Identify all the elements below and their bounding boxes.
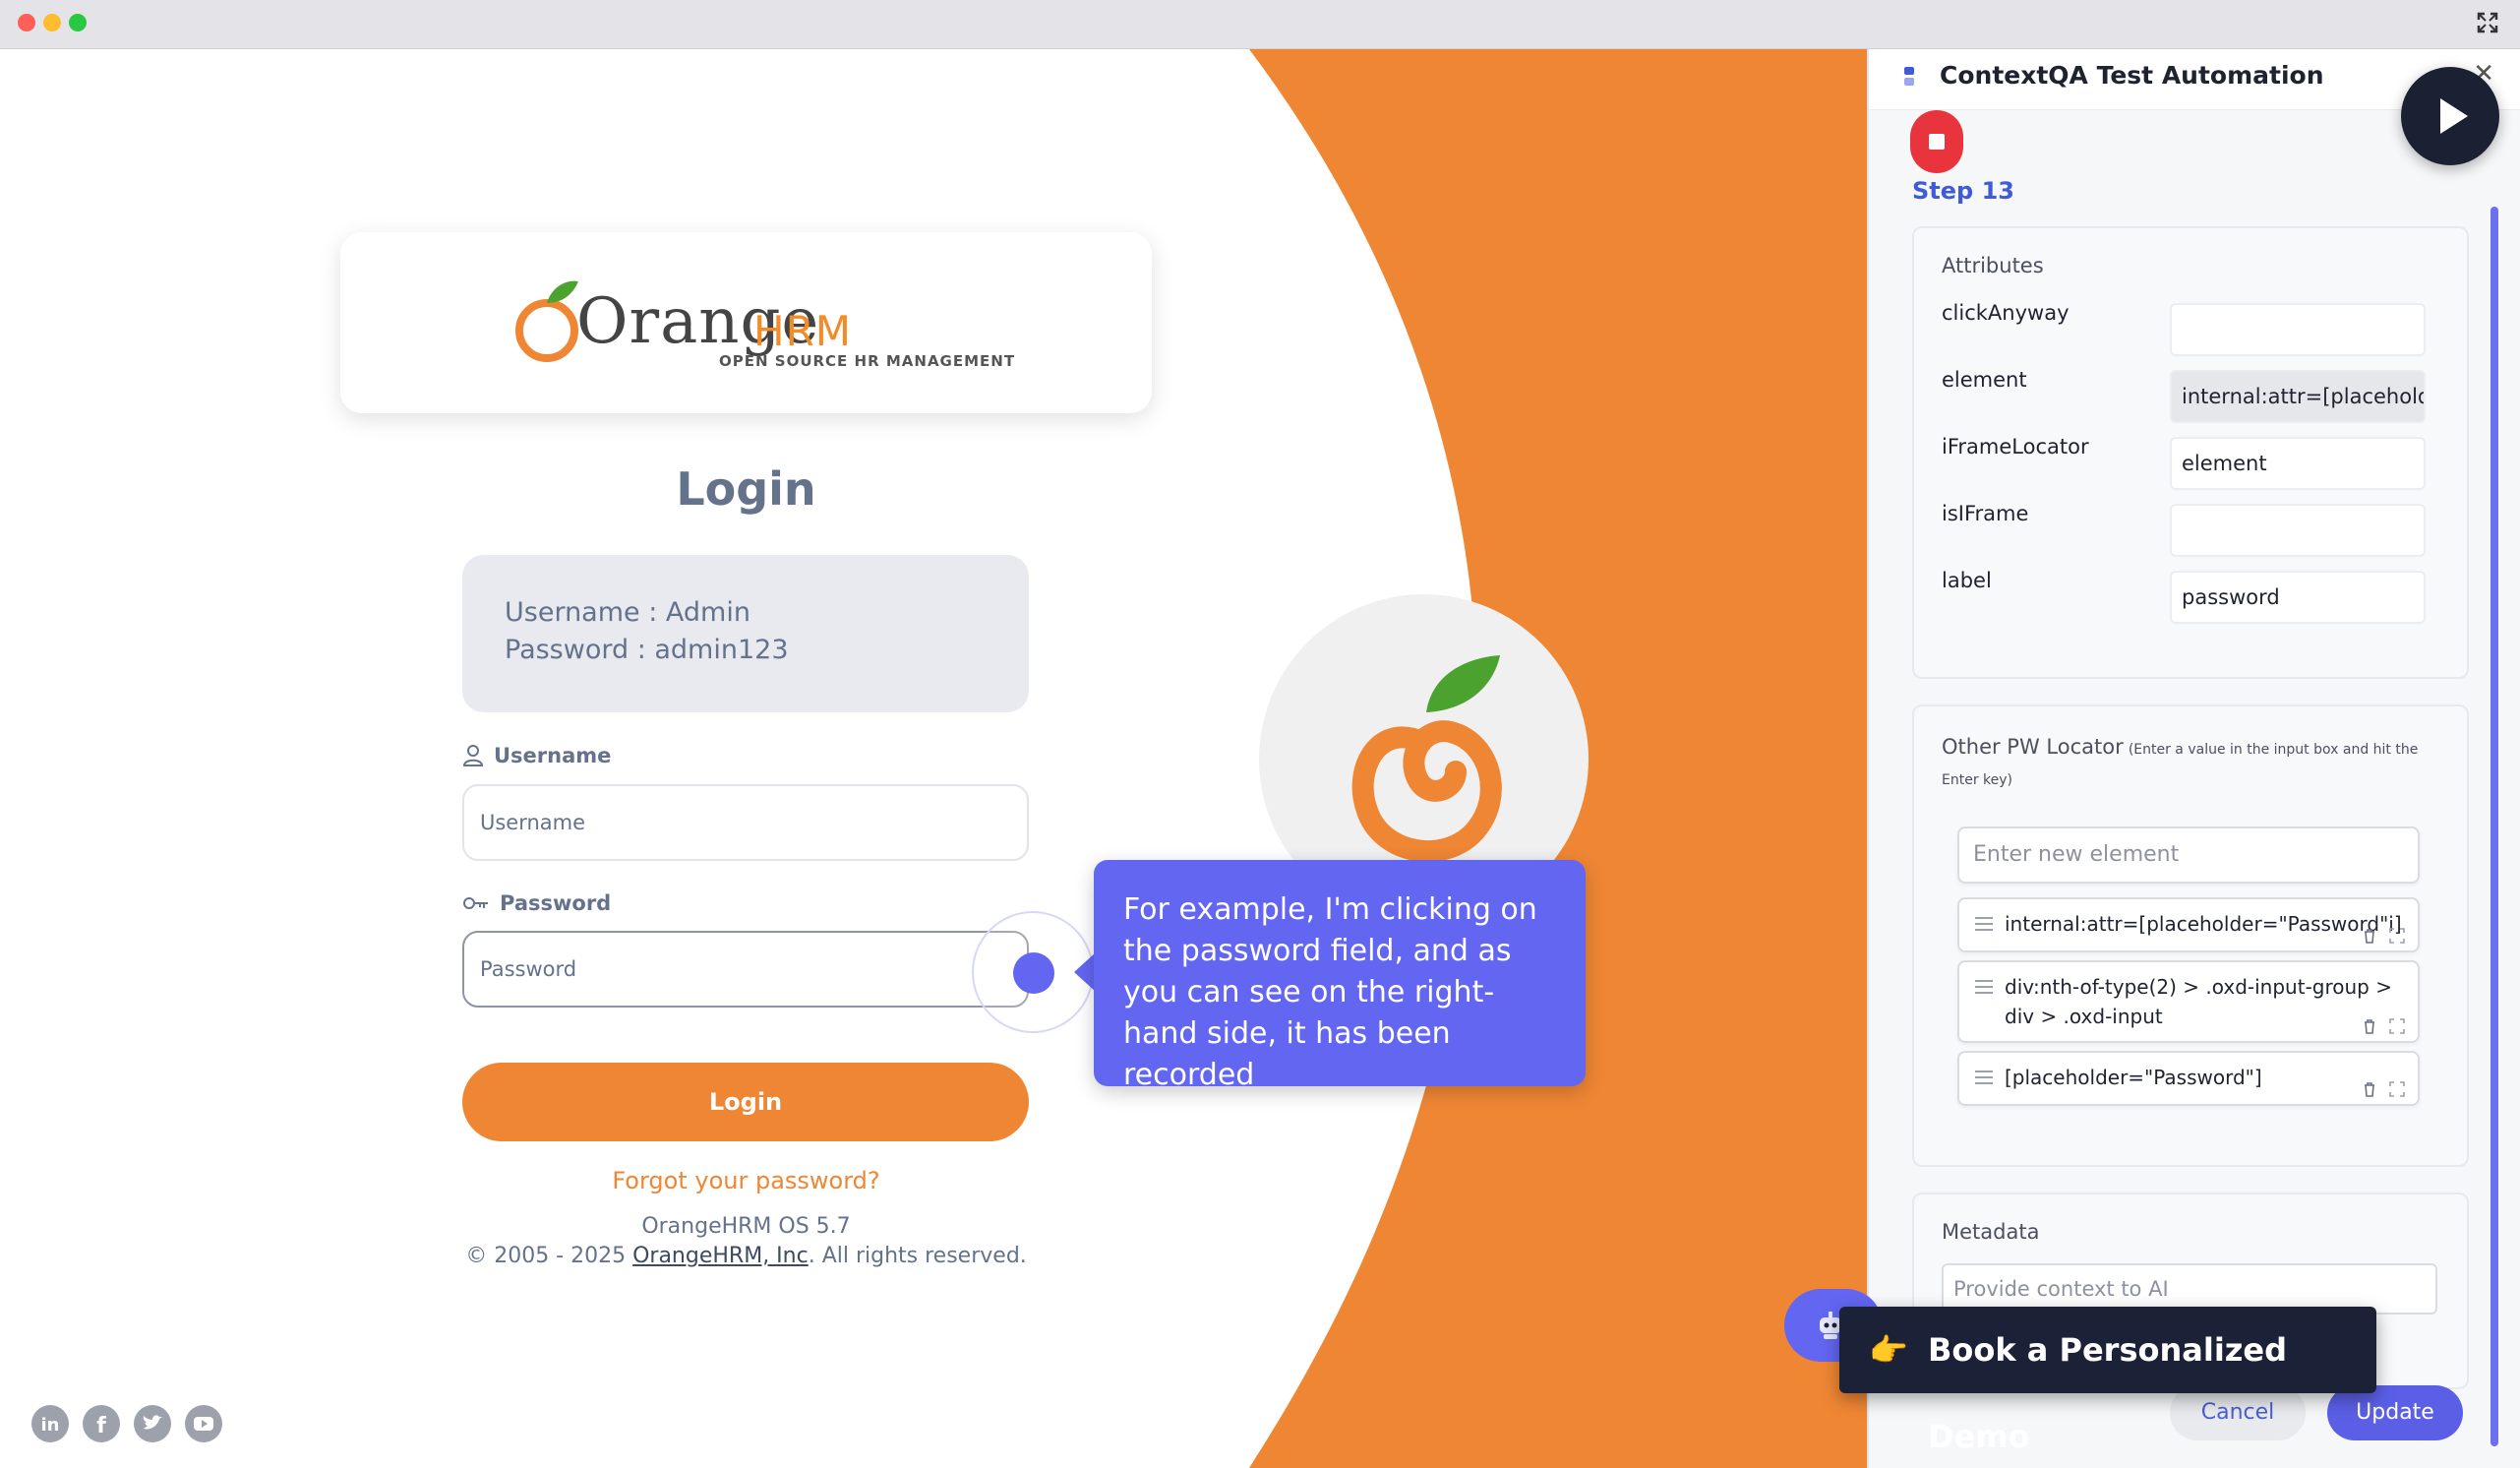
contextqa-panel: ContextQA Test Automation ✕ Step 13 Attr… [1867,49,2520,1468]
new-element-input[interactable]: Enter new element [1957,826,2420,884]
password-label-text: Password [500,891,612,915]
trash-icon[interactable] [2361,1080,2378,1098]
target-icon[interactable] [2388,927,2406,945]
password-label: Password [462,891,611,915]
version-text: OrangeHRM OS 5.7 [641,1214,851,1239]
target-icon[interactable] [2388,1017,2406,1035]
attr-input-clickanyway[interactable] [2170,303,2426,356]
orange-logo-icon [515,280,578,362]
password-hint: Password : admin123 [505,635,789,665]
metadata-title: Metadata [1942,1220,2040,1244]
locator-item-text: [placeholder="Password"] [2005,1066,2262,1089]
orangehrm-logo: Orange HRM OPEN SOURCE HR MANAGEMENT [508,272,1019,380]
book-demo-banner[interactable]: 👉 Book a Personalized Demo [1839,1307,2376,1455]
username-input[interactable]: Username [462,784,1029,861]
username-hint: Username : Admin [505,597,750,628]
pointing-hand-icon: 👉 [1869,1331,1908,1369]
youtube-icon[interactable] [185,1405,222,1442]
drag-handle-icon[interactable] [1975,917,1993,931]
attr-label-element: element [1942,368,2027,392]
trash-icon[interactable] [2361,927,2378,945]
copyright-text: © 2005 - 2025 OrangeHRM, Inc. All rights… [340,1244,1152,1268]
target-icon[interactable] [2388,1080,2406,1098]
play-icon [2440,98,2468,134]
user-icon [462,745,484,766]
attr-input-isiframe[interactable] [2170,504,2426,557]
svg-text:f: f [96,1414,106,1438]
step-label: Step 13 [1912,177,2014,205]
tooltip-arrow [1074,952,1096,992]
login-button[interactable]: Login [462,1063,1029,1141]
svg-text:in: in [41,1415,60,1436]
login-title: Login [676,462,816,516]
username-label: Username [462,744,611,767]
panel-scrollbar[interactable] [2490,207,2498,1446]
attr-label-label: label [1942,569,1992,592]
forgot-password-link[interactable]: Forgot your password? [340,1167,1152,1194]
logo-tagline: OPEN SOURCE HR MANAGEMENT [719,352,1016,370]
attributes-title: Attributes [1942,254,2044,277]
locator-item-text: div:nth-of-type(2) > .oxd-input-group > … [2005,975,2392,1028]
locator-item[interactable]: [placeholder="Password"] [1957,1051,2420,1106]
facebook-icon[interactable]: f [83,1405,120,1442]
password-input[interactable]: Password [462,931,1029,1008]
drag-handle-icon[interactable] [1975,980,1993,994]
maximize-window-button[interactable] [69,14,87,31]
locator-item[interactable]: div:nth-of-type(2) > .oxd-input-group > … [1957,960,2420,1043]
login-page: Orange HRM OPEN SOURCE HR MANAGEMENT Log… [0,49,1867,1468]
pw-locator-header: Other PW Locator (Enter a value in the i… [1942,732,2443,795]
copyright-suffix: . All rights reserved. [808,1244,1027,1268]
attr-label-iframelocator: iFrameLocator [1942,435,2089,459]
panel-title: ContextQA Test Automation [1940,61,2324,90]
logo-hrm-text: HRM [753,307,853,355]
username-label-text: Username [494,744,612,767]
linkedin-icon[interactable]: in [31,1405,69,1442]
cancel-button[interactable]: Cancel [2170,1385,2306,1440]
window-titlebar [0,0,2520,49]
copyright-prefix: © 2005 - 2025 [465,1244,633,1268]
locator-item[interactable]: internal:attr=[placeholder="Password"i] [1957,897,2420,952]
key-icon [463,897,488,909]
orangehrm-inc-link[interactable]: OrangeHRM, Inc [632,1244,809,1268]
pw-locator-card: Other PW Locator (Enter a value in the i… [1912,704,2469,1167]
trash-icon[interactable] [2361,1017,2378,1035]
locator-actions [2361,1080,2406,1098]
play-button[interactable] [2401,67,2499,165]
walkthrough-tooltip: For example, I'm clicking on the passwor… [1094,860,1586,1092]
attr-label-isiframe: isIFrame [1942,502,2029,525]
drag-handle-icon[interactable] [1975,1070,1993,1084]
locator-item-text: internal:attr=[placeholder="Password"i] [2005,912,2402,936]
expand-icon[interactable] [2475,10,2500,35]
orangehrm-logo-card: Orange HRM OPEN SOURCE HR MANAGEMENT [340,232,1152,413]
contextqa-logo-icon [1904,67,1914,86]
twitter-icon[interactable] [134,1405,171,1442]
close-window-button[interactable] [18,14,35,31]
attr-label-clickanyway: clickAnyway [1942,301,2070,325]
attr-input-element[interactable]: internal:attr=[placeholder="Password"i] [2170,370,2426,423]
minimize-window-button[interactable] [43,14,61,31]
locator-actions [2361,927,2406,945]
attributes-card: Attributes clickAnyway element internal:… [1912,226,2469,679]
locator-actions [2361,1017,2406,1035]
credentials-hint-box: Username : Admin Password : admin123 [462,555,1029,712]
update-button[interactable]: Update [2327,1385,2463,1440]
attr-input-label[interactable]: password [2170,571,2426,624]
pw-locator-title: Other PW Locator [1942,735,2124,759]
click-indicator-dot [1013,952,1054,994]
attr-input-iframelocator[interactable]: element [2170,437,2426,490]
stop-recording-button[interactable] [1910,110,1963,173]
